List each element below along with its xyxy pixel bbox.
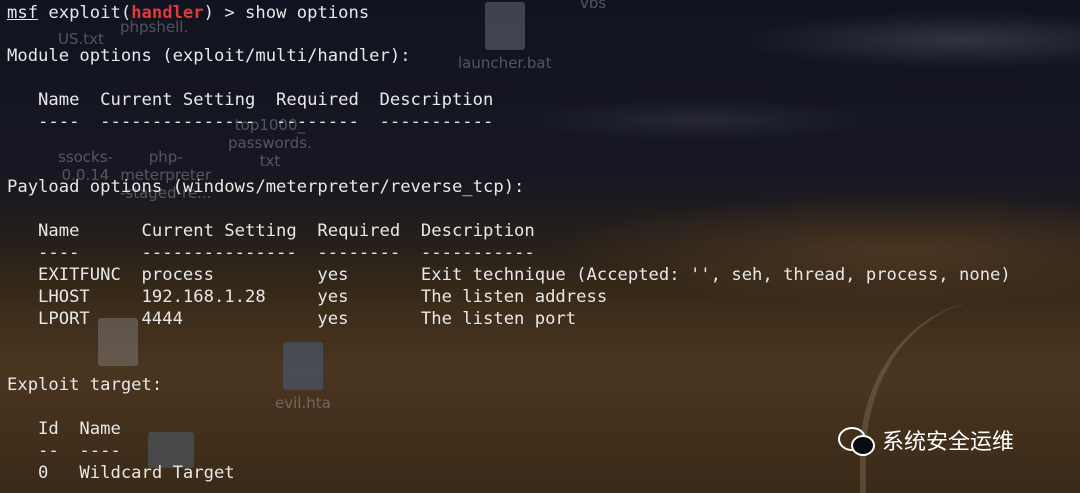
module-options-heading: Module options (exploit/multi/handler):	[7, 46, 411, 66]
command-text: show options	[245, 3, 370, 23]
module-table-header: Name Current Setting Required Descriptio…	[7, 90, 494, 110]
target-table-header: Id Name	[7, 419, 121, 439]
table-row: 0 Wildcard Target	[7, 463, 235, 483]
table-row: EXITFUNC process yes Exit technique (Acc…	[7, 265, 1011, 285]
table-row: LPORT 4444 yes The listen port	[7, 309, 577, 329]
exploit-target-heading: Exploit target:	[7, 375, 163, 395]
prompt-line: msf exploit(handler) > show options	[7, 2, 369, 24]
payload-table-rule: ---- --------------- -------- ----------…	[7, 243, 535, 263]
terminal-output[interactable]: msf exploit(handler) > show options Modu…	[7, 0, 1080, 493]
target-table-rule: -- ----	[7, 441, 121, 461]
table-row: LHOST 192.168.1.28 yes The listen addres…	[7, 287, 608, 307]
prompt-prefix: exploit(	[38, 3, 132, 23]
payload-options-heading: Payload options (windows/meterpreter/rev…	[7, 177, 525, 197]
prompt-user: msf	[7, 3, 39, 23]
prompt-module: handler	[131, 3, 204, 23]
wechat-icon	[838, 425, 875, 456]
prompt-suffix: ) >	[203, 3, 246, 23]
watermark-text: 系统安全运维	[882, 430, 1015, 455]
payload-table-header: Name Current Setting Required Descriptio…	[7, 221, 535, 241]
module-table-rule: ---- --------------- -------- ----------…	[7, 112, 494, 132]
watermark: 系统安全运维	[838, 424, 1014, 456]
